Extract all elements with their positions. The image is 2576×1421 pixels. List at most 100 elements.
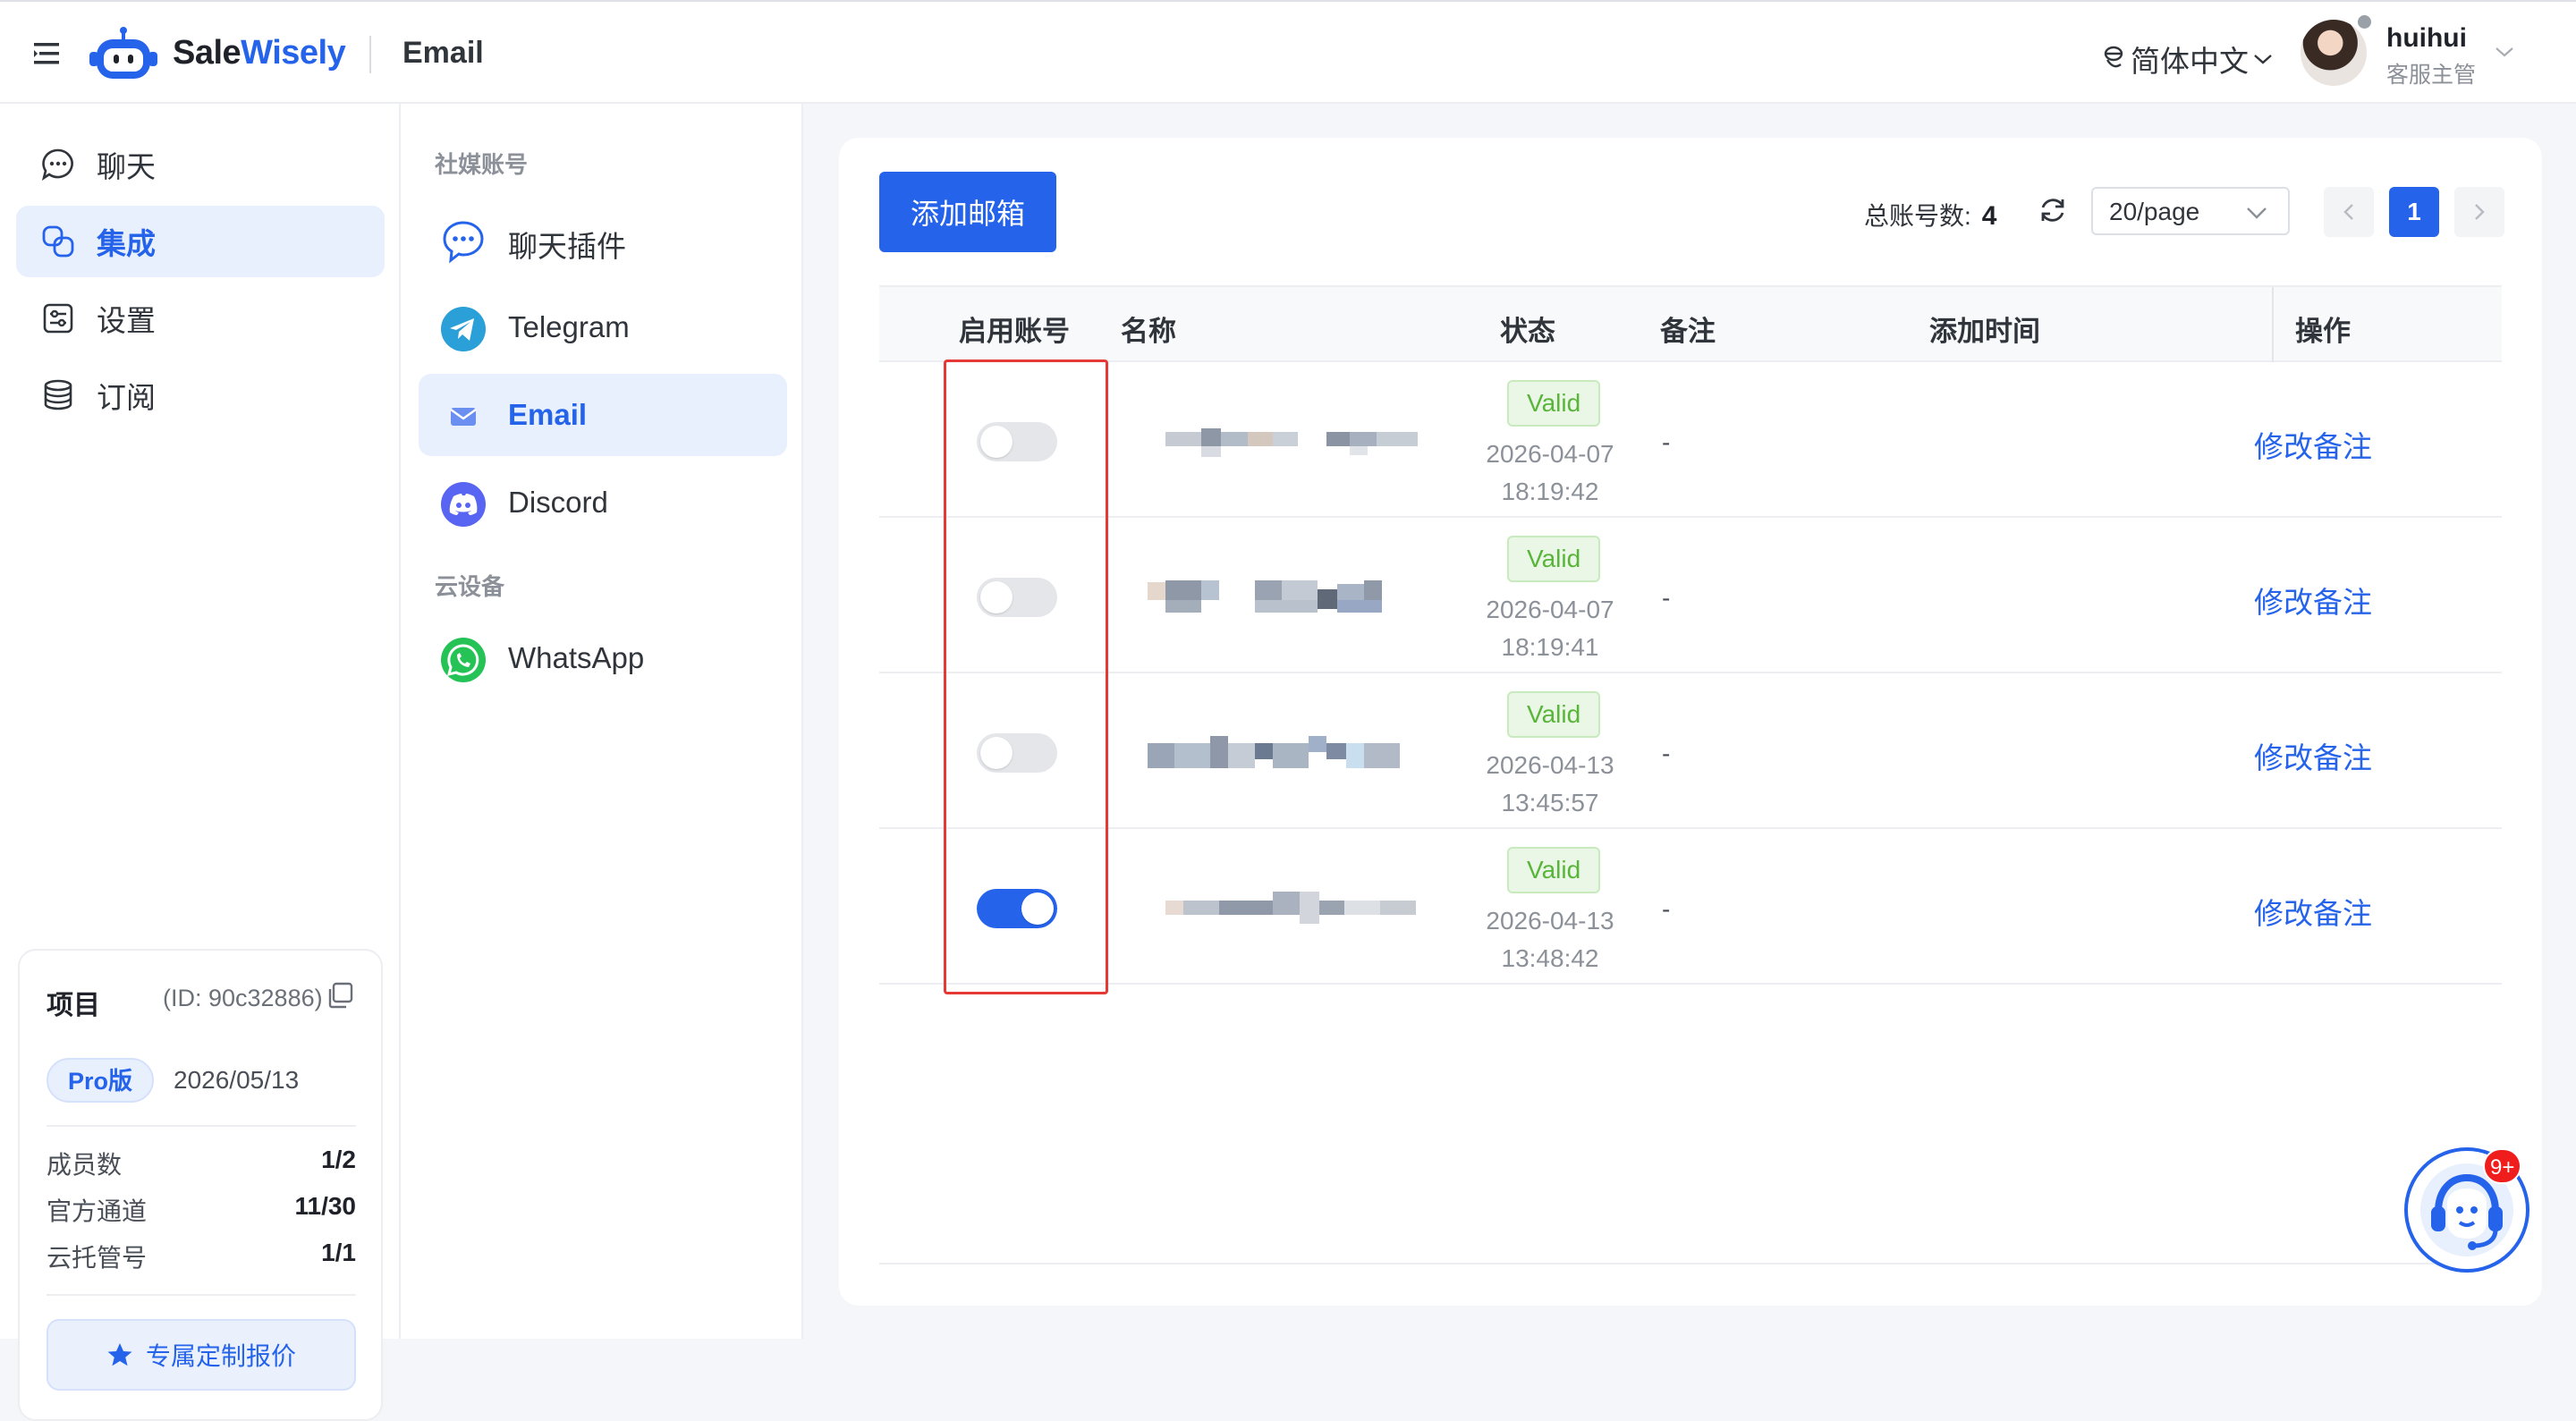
chat-icon	[41, 148, 73, 181]
sidebar-item-label: 聊天	[97, 150, 156, 183]
channel-item-label: Telegram	[508, 310, 630, 343]
edit-note-link[interactable]: 修改备注	[2254, 579, 2372, 622]
divider	[47, 1294, 356, 1296]
divider	[47, 1125, 356, 1127]
presence-dot	[2355, 13, 2374, 31]
project-card: 项目 (ID: 90c32886) Pro版 2026/05/13 成员数 1/…	[18, 949, 383, 1421]
subscription-icon	[44, 379, 72, 410]
status-badge: Valid	[1507, 847, 1601, 893]
column-divider	[2272, 287, 2274, 362]
chat-plugin-icon	[443, 221, 484, 264]
column-status: 状态	[1500, 316, 1555, 347]
status-badge: Valid	[1507, 691, 1601, 738]
sidebar-item-label: 集成	[97, 227, 156, 260]
channel-item-label: Email	[508, 398, 588, 431]
language-selector[interactable]: 简体中文	[2100, 38, 2274, 80]
integration-icon	[42, 225, 74, 258]
language-label: 简体中文	[2131, 45, 2249, 78]
total-accounts: 总账号数: 4	[1864, 197, 1996, 233]
table-row: Valid 2026-04-07 18:19:41 - 修改备注	[879, 518, 2502, 673]
menu-icon[interactable]	[34, 41, 63, 66]
channel-item-telegram[interactable]: Telegram	[419, 286, 787, 368]
account-name-redacted	[1148, 580, 1400, 614]
plan-badge: Pro版	[47, 1058, 155, 1103]
group-social-accounts: 社媒账号	[435, 151, 529, 178]
chevron-down-icon	[2247, 207, 2267, 219]
note-value: -	[1662, 584, 1671, 612]
whatsapp-icon	[441, 638, 486, 682]
table-row: Valid 2026-04-13 13:48:42 - 修改备注	[879, 829, 2502, 985]
salewisely-logo-icon[interactable]	[89, 25, 157, 82]
language-icon	[2104, 46, 2123, 68]
account-name-redacted	[1148, 736, 1400, 770]
note-value: -	[1662, 740, 1671, 767]
discord-icon	[441, 482, 486, 527]
note-value: -	[1662, 895, 1671, 923]
channel-item-label: Discord	[508, 486, 608, 519]
edit-note-link[interactable]: 修改备注	[2254, 890, 2372, 933]
sidebar-item-subscription[interactable]: 订阅	[16, 359, 385, 431]
status-badge: Valid	[1507, 380, 1601, 427]
group-cloud-devices: 云设备	[435, 573, 505, 600]
add-email-button[interactable]: 添加邮箱	[879, 172, 1056, 252]
column-actions: 操作	[2295, 316, 2351, 347]
channel-sidebar: 社媒账号 聊天插件 Telegram Email Discord 云设备 Wha…	[401, 104, 803, 1339]
channel-item-chat-plugin[interactable]: 聊天插件	[419, 199, 787, 281]
channel-item-discord[interactable]: Discord	[419, 461, 787, 544]
sidebar-item-integration[interactable]: 集成	[16, 206, 385, 277]
refresh-icon[interactable]	[2038, 195, 2068, 225]
sidebar-item-chat[interactable]: 聊天	[16, 129, 385, 200]
channel-item-label: 聊天插件	[508, 230, 626, 263]
brand-divider	[369, 36, 371, 73]
next-page-button[interactable]	[2454, 187, 2504, 237]
breadcrumb: Email	[402, 36, 484, 70]
account-name-redacted	[1165, 425, 1418, 459]
stat-official-channels: 官方通道 11/30	[47, 1192, 356, 1225]
user-name[interactable]: huihui	[2386, 23, 2467, 54]
sidebar-item-label: 订阅	[97, 381, 156, 414]
column-enabled: 启用账号	[959, 316, 1070, 347]
added-time: 2026-04-07 18:19:42	[1486, 440, 1614, 505]
added-time: 2026-04-13 13:48:42	[1486, 907, 1614, 972]
channel-item-label: WhatsApp	[508, 641, 645, 674]
copy-icon[interactable]	[326, 981, 354, 1010]
total-accounts-value: 4	[1981, 201, 1997, 231]
chevron-right-icon	[2475, 204, 2485, 220]
edit-note-link[interactable]: 修改备注	[2254, 423, 2372, 466]
sidebar-item-label: 设置	[97, 304, 156, 337]
added-time: 2026-04-07 18:19:41	[1486, 596, 1614, 661]
top-bar: SaleWisely Email 简体中文 huihui 客服主管	[0, 0, 2576, 104]
avatar[interactable]	[2301, 20, 2367, 86]
total-accounts-label: 总账号数:	[1864, 202, 1971, 230]
chevron-left-icon	[2343, 204, 2353, 220]
account-name-redacted	[1165, 892, 1418, 926]
table-row: Valid 2026-04-07 18:19:42 - 修改备注	[879, 362, 2502, 518]
highlight-box	[944, 359, 1108, 994]
custom-quote-button[interactable]: 专属定制报价	[47, 1319, 356, 1391]
column-added-time: 添加时间	[1929, 316, 2040, 347]
table-row: Valid 2026-04-13 13:45:57 - 修改备注	[879, 673, 2502, 829]
prev-page-button[interactable]	[2324, 187, 2374, 237]
notification-badge: 9+	[2483, 1148, 2522, 1184]
added-time: 2026-04-13 13:45:57	[1486, 751, 1614, 816]
main-sidebar: 聊天 集成 设置 订阅 项目 (ID: 90c32886) Pro版 2026/…	[0, 104, 401, 1421]
column-name: 名称	[1121, 316, 1176, 347]
page-size-value: 20/page	[2109, 198, 2200, 225]
brand-name: SaleWisely	[173, 34, 346, 72]
custom-quote-label: 专属定制报价	[145, 1342, 296, 1370]
stat-cloud-accounts: 云托管号 1/1	[47, 1239, 356, 1272]
chevron-down-icon[interactable]	[2494, 45, 2515, 59]
settings-icon	[43, 303, 73, 334]
table-header: 启用账号 名称 状态 备注 添加时间 操作	[879, 285, 2502, 362]
project-title: 项目	[47, 991, 100, 1020]
page-size-select[interactable]: 20/page	[2091, 187, 2290, 235]
channel-item-email[interactable]: Email	[419, 374, 787, 456]
channel-item-whatsapp[interactable]: WhatsApp	[419, 617, 787, 699]
edit-note-link[interactable]: 修改备注	[2254, 734, 2372, 777]
chevron-down-icon	[2254, 55, 2272, 64]
status-badge: Valid	[1507, 536, 1601, 582]
page-number-current[interactable]: 1	[2389, 187, 2439, 237]
sidebar-item-settings[interactable]: 设置	[16, 283, 385, 354]
stat-members: 成员数 1/2	[47, 1146, 356, 1179]
telegram-icon	[441, 307, 486, 351]
